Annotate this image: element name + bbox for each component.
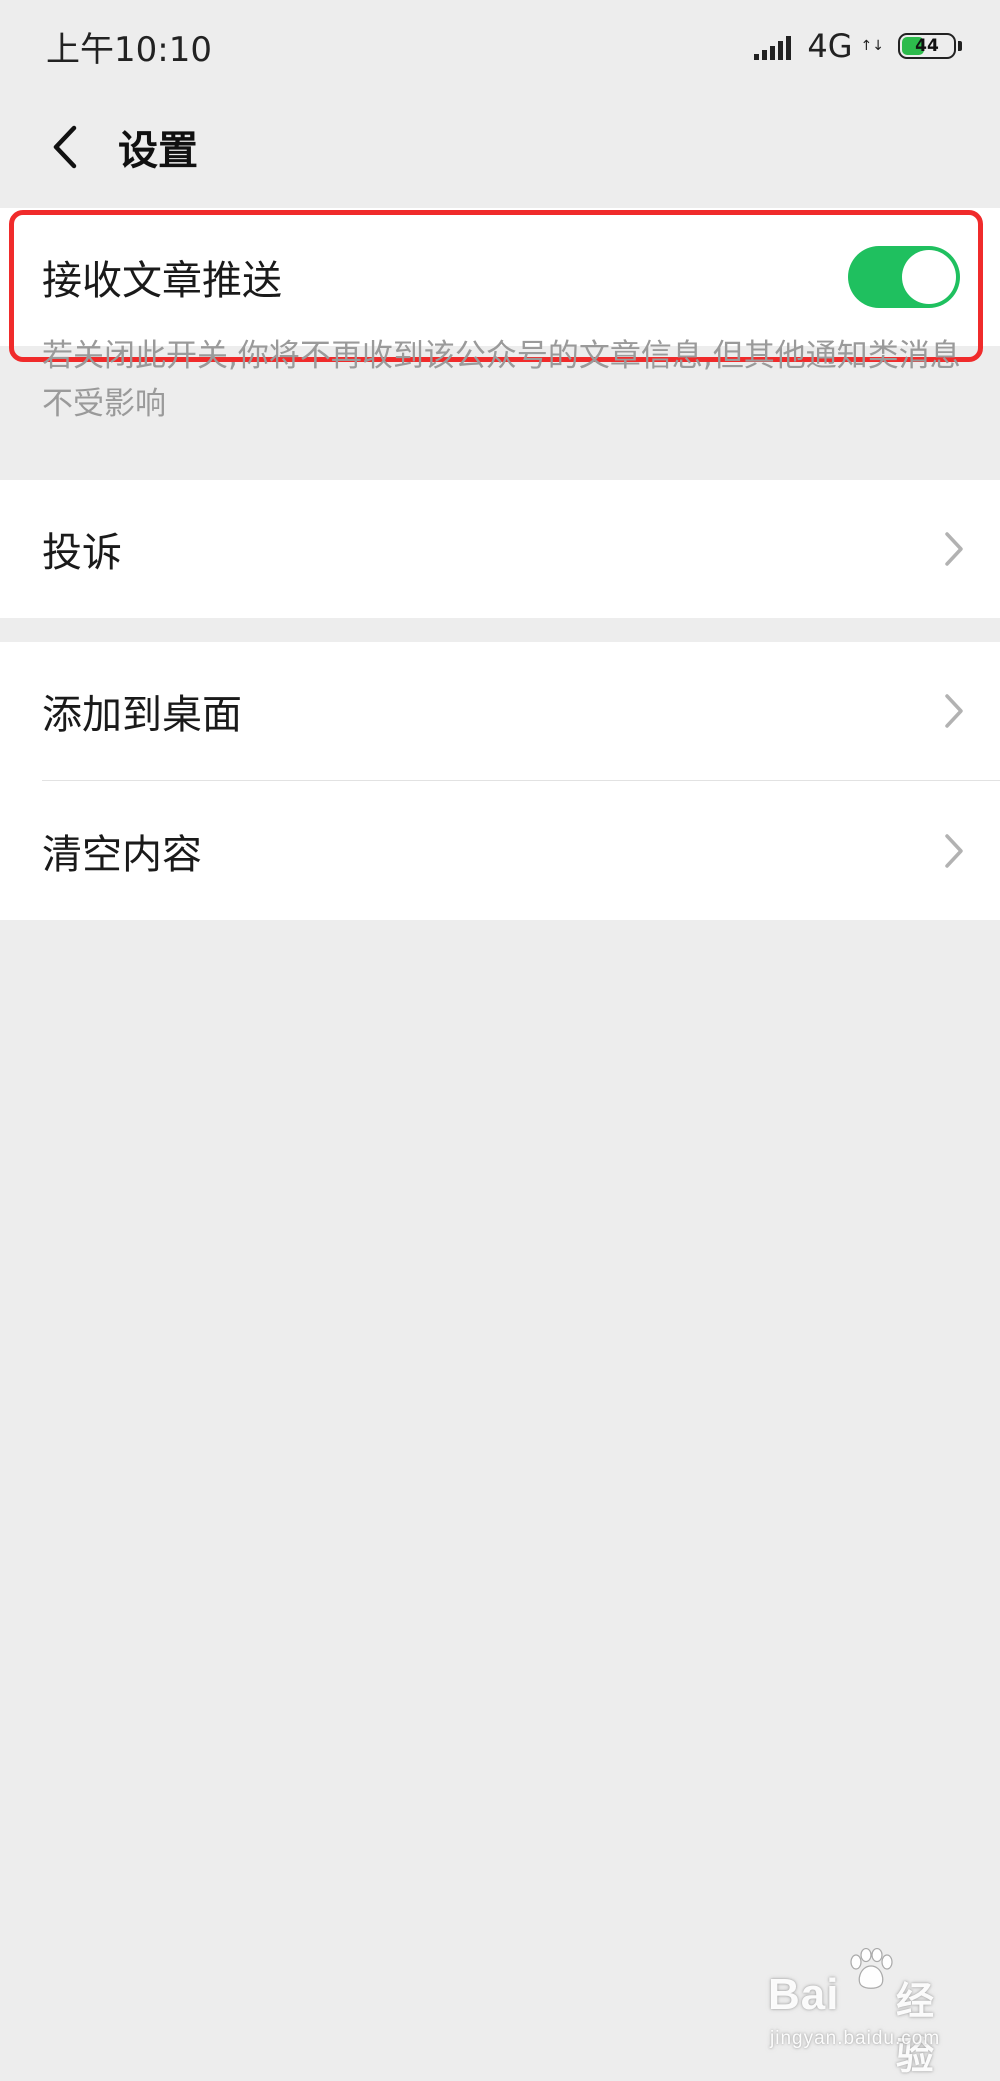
network-activity-icon: ↑↓ — [860, 38, 884, 54]
page-title: 设置 — [118, 128, 198, 174]
chevron-right-icon — [945, 694, 963, 728]
push-toggle-switch[interactable] — [848, 246, 960, 308]
complain-label: 投诉 — [42, 530, 122, 576]
add-to-desktop-label: 添加到桌面 — [42, 692, 242, 738]
chevron-right-icon — [945, 532, 963, 566]
network-type: 4G — [807, 27, 853, 65]
battery-level: 44 — [915, 36, 939, 56]
clear-content-row[interactable]: 清空内容 — [0, 781, 1000, 920]
baidu-jingyan-watermark: Bai 经验 jingyan.baidu.com — [768, 1948, 968, 2078]
status-time: 上午10:10 — [46, 29, 212, 70]
clear-content-label: 清空内容 — [42, 831, 202, 878]
status-bar: 上午10:10 4G ↑↓ 44 — [0, 0, 1000, 92]
complain-row[interactable]: 投诉 — [0, 480, 1000, 618]
watermark-logo-text: Bai — [768, 1970, 840, 2019]
actions-card: 添加到桌面 清空内容 — [0, 642, 1000, 920]
complain-card: 投诉 — [0, 480, 1000, 618]
signal-strength-icon — [754, 32, 792, 60]
nav-bar: 设置 — [0, 92, 1000, 202]
add-to-desktop-row[interactable]: 添加到桌面 — [0, 642, 1000, 780]
paw-logo-icon — [850, 1948, 893, 1989]
battery-icon: 44 — [898, 33, 956, 59]
toggle-knob — [902, 250, 956, 304]
push-toggle-row[interactable]: 接收文章推送 — [0, 208, 1000, 346]
watermark-url: jingyan.baidu.com — [770, 2028, 941, 2049]
chevron-right-icon — [945, 833, 963, 868]
battery-cap — [958, 41, 962, 51]
push-settings-card: 接收文章推送 — [0, 208, 1000, 346]
push-toggle-hint: 若关闭此开关,你将不再收到该公众号的文章信息,但其他通知类消息不受影响 — [42, 338, 961, 422]
chevron-left-icon — [53, 125, 77, 169]
status-icons: 4G ↑↓ 44 — [754, 27, 962, 65]
back-button[interactable] — [30, 112, 100, 182]
watermark-logo-suffix: 经验 — [896, 1979, 935, 2078]
push-toggle-label: 接收文章推送 — [42, 258, 282, 304]
